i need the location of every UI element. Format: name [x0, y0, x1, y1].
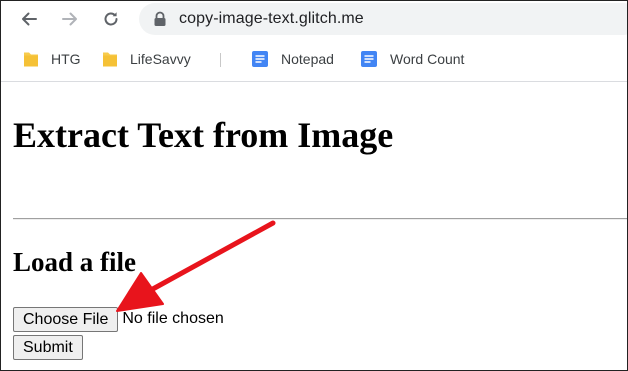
forward-button[interactable]: [56, 5, 84, 33]
bookmark-notepad[interactable]: Notepad: [251, 47, 334, 71]
horizontal-rule: [13, 218, 627, 220]
document-icon: [252, 51, 268, 67]
file-input[interactable]: Choose File No file chosen: [13, 306, 224, 332]
bookmark-label: LifeSavvy: [130, 51, 191, 67]
folder-icon: [103, 52, 117, 67]
page-content: Extract Text from Image Load a file Choo…: [1, 82, 627, 370]
browser-toolbar: copy-image-text.glitch.me: [1, 1, 627, 37]
bookmarks-bar: HTG LifeSavvy Notepad Word Count: [1, 37, 627, 82]
bookmark-word-count[interactable]: Word Count: [360, 47, 464, 71]
bookmarks-separator: [220, 53, 221, 67]
choose-file-button[interactable]: Choose File: [13, 306, 119, 332]
submit-button[interactable]: Submit: [13, 335, 83, 360]
back-button[interactable]: [15, 5, 43, 33]
address-bar[interactable]: copy-image-text.glitch.me: [139, 3, 627, 35]
lock-icon: [154, 11, 166, 26]
url-text: copy-image-text.glitch.me: [179, 10, 364, 27]
browser-window: copy-image-text.glitch.me HTG LifeSavvy …: [0, 0, 628, 371]
bookmark-label: Word Count: [390, 51, 465, 67]
section-title: Load a file: [13, 247, 137, 277]
no-file-chosen-text: No file chosen: [122, 310, 224, 327]
submit-row: Submit: [13, 335, 83, 360]
bookmark-lifesavvy[interactable]: LifeSavvy: [102, 47, 191, 71]
bookmark-label: HTG: [51, 51, 81, 67]
reload-button[interactable]: [97, 5, 125, 33]
back-arrow-icon: [22, 12, 37, 26]
forward-arrow-icon: [62, 12, 77, 26]
folder-icon: [24, 52, 38, 67]
bookmark-label: Notepad: [281, 51, 334, 67]
reload-icon: [104, 12, 118, 26]
page-title: Extract Text from Image: [13, 115, 394, 155]
document-icon: [361, 51, 377, 67]
bookmark-htg[interactable]: HTG: [23, 47, 81, 71]
